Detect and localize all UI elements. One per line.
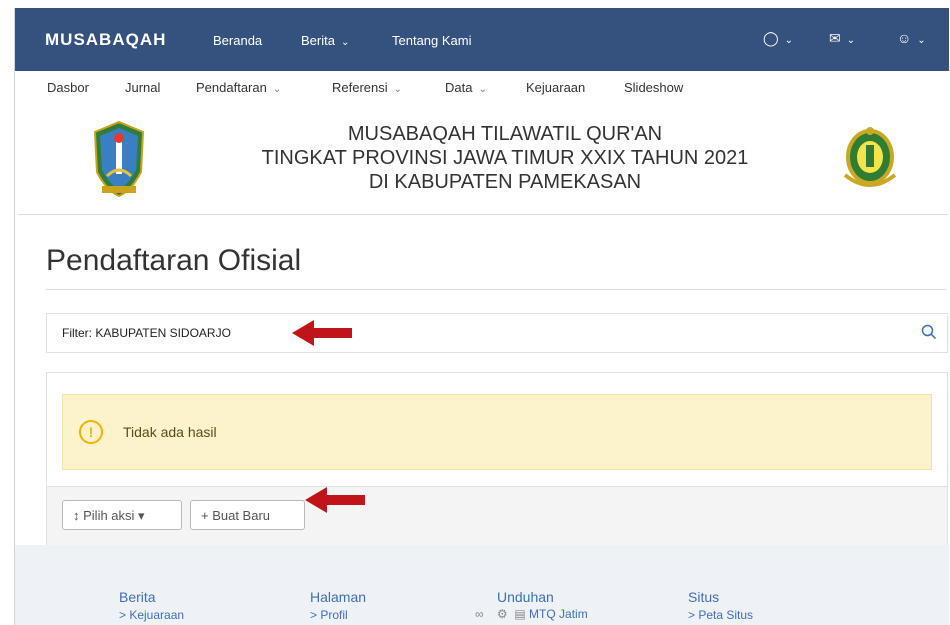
chevron-down-icon: ⌄ xyxy=(846,35,856,46)
footer-column-halaman: Halaman > Profil xyxy=(310,589,366,622)
footer-heading[interactable]: Berita xyxy=(119,589,184,605)
subnav-jurnal[interactable]: Jurnal xyxy=(125,80,160,95)
subnav-label: Referensi xyxy=(332,80,388,95)
gear-icon[interactable]: ⚙ xyxy=(497,607,508,621)
footer-column-berita: Berita > Kejuaraan xyxy=(119,589,184,622)
subnav-label: Jurnal xyxy=(125,80,161,95)
subnav-dasbor[interactable]: Dasbor xyxy=(47,80,89,95)
footer-icon-strip: ∞ ⚙ ▤ MTQ Jatim xyxy=(475,607,588,621)
subnav-label: Dasbor xyxy=(47,80,89,95)
chat-menu[interactable]: ◯ ⌄ xyxy=(763,30,793,47)
footer-link[interactable]: > Kejuaraan xyxy=(119,608,184,622)
subnav-label: Kejuaraan xyxy=(526,80,586,95)
button-label: + Buat Baru xyxy=(201,508,271,523)
subnav-kejuaraan[interactable]: Kejuaraan xyxy=(526,80,585,95)
filter-label: Filter: KABUPATEN SIDOARJO xyxy=(62,326,231,340)
choose-action-button[interactable]: ↕ Pilih aksi ▾ xyxy=(62,500,182,530)
jatim-emblem-logo xyxy=(92,120,146,203)
footer-column-unduhan: Unduhan xyxy=(497,589,554,605)
footer-link[interactable]: > Peta Situs xyxy=(688,608,753,622)
top-navbar: MUSABAQAH Beranda Berita ⌄ Tentang Kami ◯… xyxy=(15,8,949,71)
nav-beranda[interactable]: Beranda xyxy=(213,33,262,48)
red-arrow-left-icon xyxy=(305,487,365,513)
banner-title: MUSABAQAH TILAWATIL QUR'AN TINGKAT PROVI… xyxy=(205,122,805,194)
results-panel: ! Tidak ada hasil ↕ Pilih aksi ▾ + Buat … xyxy=(46,372,948,545)
subnav-slideshow[interactable]: Slideshow xyxy=(624,80,683,95)
search-icon[interactable] xyxy=(921,324,937,345)
nav-tentang-kami[interactable]: Tentang Kami xyxy=(392,33,472,48)
button-label: Pilih aksi xyxy=(83,508,135,523)
chevron-down-icon: ⌄ xyxy=(784,35,794,46)
banner-line: TINGKAT PROVINSI JAWA TIMUR XXIX TAHUN 2… xyxy=(261,147,749,169)
page-title: Pendaftaran Ofisial xyxy=(46,244,302,277)
red-arrow-left-icon xyxy=(292,320,352,346)
filter-bar[interactable]: Filter: KABUPATEN SIDOARJO xyxy=(46,313,948,353)
footer-heading[interactable]: Situs xyxy=(688,589,753,605)
footer-heading[interactable]: Unduhan xyxy=(497,589,554,605)
divider xyxy=(46,289,946,290)
user-icon: ☺ xyxy=(897,30,912,46)
footer-heading[interactable]: Halaman xyxy=(310,589,366,605)
document-icon[interactable]: ▤ xyxy=(514,607,525,621)
footer-column-situs: Situs > Peta Situs xyxy=(688,589,753,622)
nav-label: Beranda xyxy=(213,33,263,48)
caret-down-icon: ▾ xyxy=(138,508,145,523)
nav-label: Tentang Kami xyxy=(392,33,472,48)
warning-icon: ! xyxy=(79,420,103,444)
user-menu[interactable]: ☺ ⌄ xyxy=(897,30,926,46)
subnav-label: Pendaftaran xyxy=(196,80,267,95)
link-icon[interactable]: ∞ xyxy=(475,607,484,621)
mail-icon: ✉ xyxy=(829,30,841,46)
subnav-pendaftaran[interactable]: Pendaftaran ⌄ xyxy=(196,80,281,95)
subnav-label: Data xyxy=(445,80,473,95)
mail-menu[interactable]: ✉ ⌄ xyxy=(829,30,855,47)
panel-actions: ↕ Pilih aksi ▾ + Buat Baru xyxy=(47,486,947,545)
chevron-down-icon: ⌄ xyxy=(272,84,282,95)
mtq-emblem-logo xyxy=(841,123,899,200)
subnav-data[interactable]: Data ⌄ xyxy=(445,80,487,95)
chevron-down-icon: ⌄ xyxy=(393,84,403,95)
app-window: MUSABAQAH Beranda Berita ⌄ Tentang Kami ◯… xyxy=(14,8,949,625)
alert-message: Tidak ada hasil xyxy=(123,424,217,440)
banner-line: DI KABUPATEN PAMEKASAN xyxy=(368,171,642,193)
divider xyxy=(18,214,948,215)
footer-link[interactable]: MTQ Jatim xyxy=(529,607,588,621)
subnav-referensi[interactable]: Referensi ⌄ xyxy=(332,80,402,95)
chevron-down-icon: ⌄ xyxy=(340,37,350,48)
sort-icon: ↕ xyxy=(73,508,80,523)
nav-berita[interactable]: Berita ⌄ xyxy=(301,33,349,48)
chevron-down-icon: ⌄ xyxy=(917,35,926,46)
footer-link[interactable]: > Profil xyxy=(310,608,366,622)
chevron-down-icon: ⌄ xyxy=(478,84,487,95)
nav-label: Berita xyxy=(301,33,335,48)
empty-result-alert: ! Tidak ada hasil xyxy=(62,394,932,470)
banner-line: MUSABAQAH TILAWATIL QUR'AN xyxy=(347,123,663,145)
chat-icon: ◯ xyxy=(763,30,779,46)
create-new-button[interactable]: + Buat Baru xyxy=(190,500,305,530)
subnav-label: Slideshow xyxy=(624,80,684,95)
sub-navbar: Dasbor Jurnal Pendaftaran ⌄ Referensi ⌄ Da… xyxy=(15,80,949,102)
site-footer: Berita > Kejuaraan Halaman > Profil Undu… xyxy=(15,545,949,625)
brand-logo[interactable]: MUSABAQAH xyxy=(45,30,166,50)
